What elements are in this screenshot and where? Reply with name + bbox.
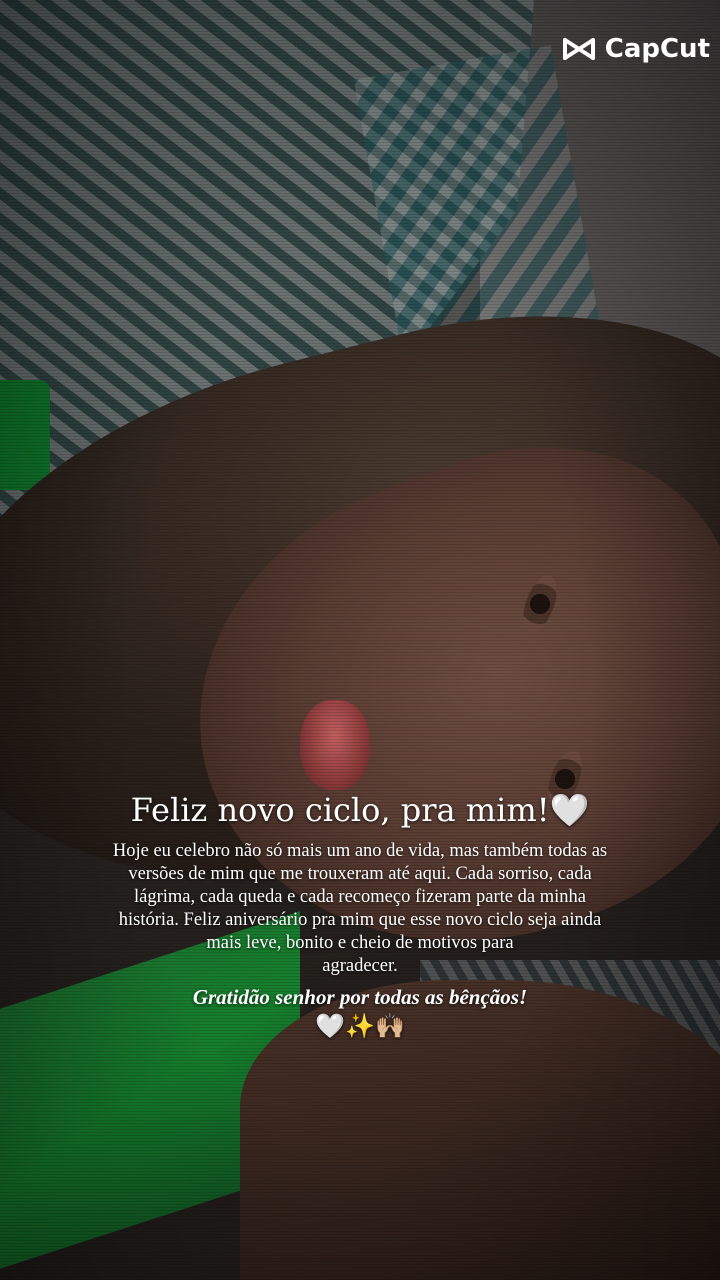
capcut-watermark: CapCut <box>561 32 710 66</box>
caption-title: Feliz novo ciclo, pra mim!🤍 <box>130 791 590 829</box>
story-screen: CapCut Feliz novo ciclo, pra mim!🤍 Hoje … <box>0 0 720 1280</box>
caption-body-line: lágrima, cada queda e cada recomeço fize… <box>134 887 586 907</box>
caption-body-line: versões de mim que me trouxeram até aqui… <box>128 864 592 884</box>
caption-overlay: Feliz novo ciclo, pra mim!🤍 Hoje eu cele… <box>70 782 650 1042</box>
caption-body-line: mais leve, bonito e cheio de motivos par… <box>206 933 514 953</box>
caption-gratitude: Gratidão senhor por todas as bênçãos! <box>192 985 528 1009</box>
caption-body-line: agradecer. <box>322 956 398 976</box>
caption-body-line: história. Feliz aniversário pra mim que … <box>118 910 602 930</box>
vignette <box>0 0 720 1280</box>
capcut-brand-text: CapCut <box>604 34 710 64</box>
caption-body: Hoje eu celebro não só mais um ano de vi… <box>70 840 650 978</box>
capcut-logo-icon <box>562 38 595 60</box>
caption-body-line: Hoje eu celebro não só mais um ano de vi… <box>112 841 608 861</box>
caption-emojis: 🤍✨🙌🏼 <box>315 1014 405 1040</box>
